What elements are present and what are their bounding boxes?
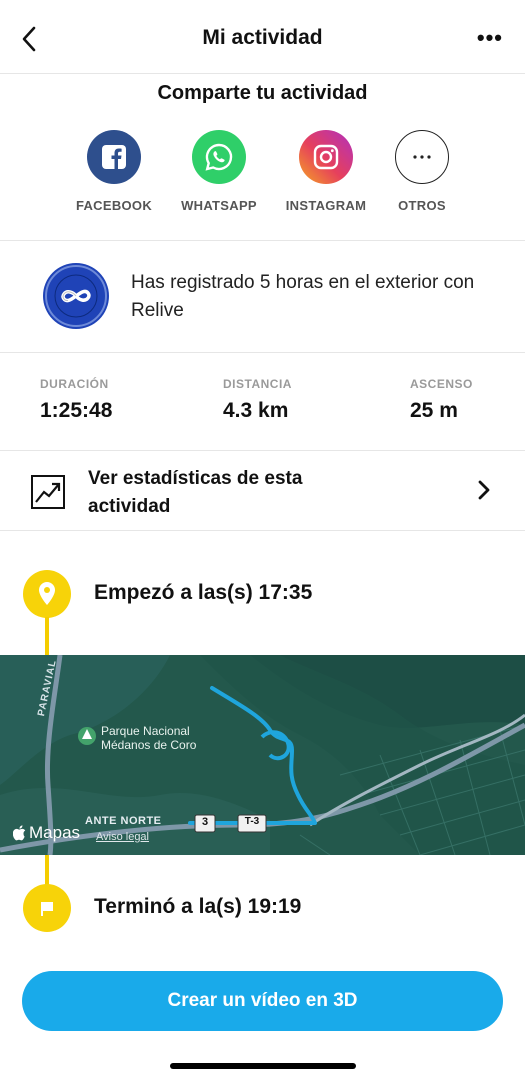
timeline-line [45, 617, 49, 655]
stat-distance-label: DISTANCIA [223, 377, 292, 391]
start-time-label: Empezó a las(s) 17:35 [94, 581, 313, 604]
stat-ascent: ASCENSO 25 m [410, 377, 473, 423]
page-title: Mi actividad [202, 26, 323, 49]
location-pin-icon [23, 570, 71, 618]
stat-distance: DISTANCIA 4.3 km [223, 377, 292, 423]
stat-ascent-label: ASCENSO [410, 377, 473, 391]
whatsapp-icon [192, 130, 246, 184]
share-instagram-button[interactable]: INSTAGRAM [271, 130, 381, 213]
stat-duration-label: DURACIÓN [40, 377, 109, 391]
end-time-label: Terminó a la(s) 19:19 [94, 895, 302, 918]
map-legal-link[interactable]: Aviso legal [96, 831, 149, 843]
view-statistics-label: Ver estadísticas de esta actividad [88, 468, 303, 517]
trend-chart-icon [31, 475, 65, 509]
park-label: Parque Nacional Médanos de Coro [101, 724, 196, 752]
home-indicator [170, 1063, 356, 1069]
share-whatsapp-button[interactable]: WHATSAPP [164, 130, 274, 213]
share-instagram-label: INSTAGRAM [285, 198, 367, 213]
park-label-line1: Parque Nacional [101, 724, 190, 738]
share-others-button[interactable]: OTROS [367, 130, 477, 213]
share-facebook-label: FACEBOOK [75, 198, 153, 213]
chevron-right-icon [478, 480, 490, 500]
share-whatsapp-label: WHATSAPP [181, 198, 257, 213]
view-statistics-row[interactable]: Ver estadísticas de esta actividad [0, 451, 525, 531]
share-facebook-button[interactable]: FACEBOOK [59, 130, 169, 213]
map-attribution: Mapas [13, 823, 80, 843]
more-options-button[interactable]: ••• [477, 27, 503, 49]
road-badge-3: 3 [201, 816, 209, 828]
create-3d-video-button[interactable]: Crear un vídeo en 3D [22, 971, 503, 1031]
relive-banner: Has registrado 5 horas en el exterior co… [0, 241, 525, 353]
start-event: Empezó a las(s) 17:35 [0, 531, 525, 655]
stat-duration: DURACIÓN 1:25:48 [40, 377, 112, 423]
route-map[interactable]: PARAVIAL Parque Nacional Médanos de Coro… [0, 655, 525, 855]
facebook-icon [87, 130, 141, 184]
more-dots-icon [395, 130, 449, 184]
relive-message: Has registrado 5 horas en el exterior co… [131, 272, 475, 321]
timeline-line-end [45, 855, 49, 885]
stat-duration-value: 1:25:48 [40, 399, 113, 422]
end-event: Terminó a la(s) 19:19 [0, 855, 525, 955]
share-title: Comparte tu actividad [157, 82, 368, 104]
finish-flag-icon [23, 884, 71, 932]
map-attribution-text: Mapas [29, 823, 81, 842]
activity-stats: DURACIÓN 1:25:48 DISTANCIA 4.3 km ASCENS… [0, 353, 525, 451]
park-label-line2: Médanos de Coro [101, 738, 197, 752]
stat-distance-value: 4.3 km [223, 399, 289, 422]
share-others-label: OTROS [398, 198, 446, 213]
share-section: Comparte tu actividad FACEBOOK WHATSAPP [0, 74, 525, 241]
instagram-icon [299, 130, 353, 184]
top-bar: Mi actividad ••• [0, 0, 525, 74]
road-badge-t3: T-3 [244, 816, 260, 827]
apple-logo-icon [13, 825, 26, 841]
stat-ascent-value: 25 m [410, 399, 458, 422]
road-label-norte: ANTE NORTE [85, 815, 162, 827]
relive-badge-icon [43, 263, 109, 329]
